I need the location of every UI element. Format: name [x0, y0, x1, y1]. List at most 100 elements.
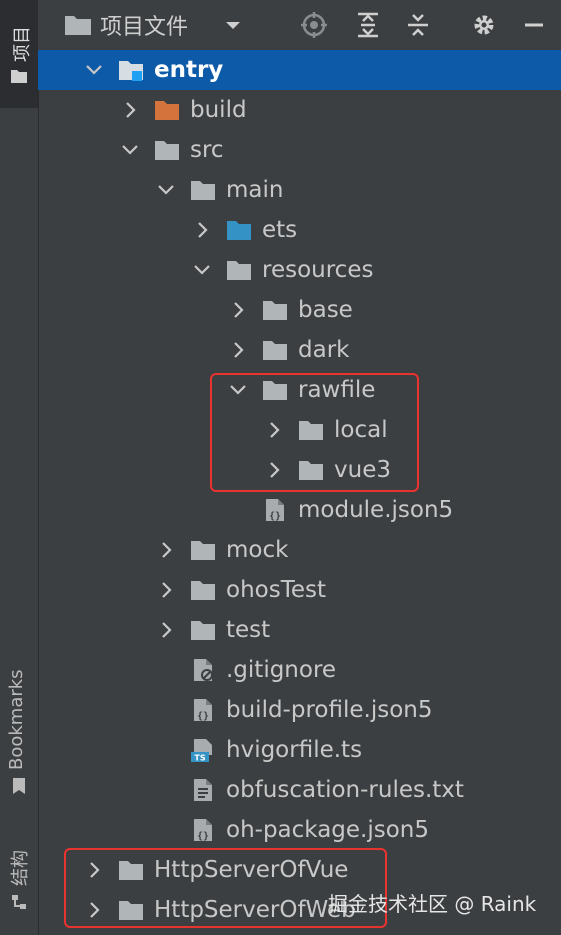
project-tab-label: 项目 [12, 26, 33, 62]
tree-item-label: HttpServerOfWeb [154, 897, 356, 923]
tree-item-label: rawfile [298, 377, 376, 403]
chevron-down-icon[interactable] [84, 60, 104, 80]
tree-item-label: HttpServerOfVue [154, 857, 349, 883]
folder-icon [191, 541, 215, 560]
tree-item-label: local [334, 417, 388, 443]
minimize-icon[interactable] [520, 11, 548, 39]
chevron-right-icon[interactable] [156, 580, 176, 600]
structure-icon [12, 895, 26, 909]
chevron-right-icon[interactable] [228, 300, 248, 320]
tree-item-label: main [226, 177, 284, 203]
chevron-right-icon[interactable] [264, 460, 284, 480]
gear-icon[interactable] [470, 11, 498, 39]
tree-item-label: src [190, 137, 224, 163]
tree-item[interactable]: .gitignore [38, 650, 561, 690]
json-file-icon: {} [266, 499, 284, 522]
structure-tab-label: 结构 [10, 850, 31, 886]
folder-icon [155, 141, 179, 160]
folder-icon [227, 261, 251, 280]
panel-title: 项目文件 [100, 15, 189, 40]
tree-item-label: module.json5 [298, 497, 454, 523]
tree-item-label: entry [154, 57, 224, 83]
tree-item-label: ets [262, 217, 298, 243]
bookmarks-tab-label: Bookmarks [6, 669, 27, 770]
chevron-right-icon[interactable] [228, 340, 248, 360]
folder-icon [119, 861, 143, 880]
tree-item-label: obfuscation-rules.txt [226, 777, 464, 803]
tree-item[interactable]: {} module.json5 [38, 490, 561, 530]
tree-item[interactable]: main [38, 170, 561, 210]
tree-item-label: hvigorfile.ts [226, 737, 363, 763]
chevron-right-icon[interactable] [84, 860, 104, 880]
chevron-right-icon[interactable] [120, 100, 140, 120]
folder-icon [263, 301, 287, 320]
expand-all-icon[interactable] [354, 11, 382, 39]
tree-item-label: base [298, 297, 353, 323]
svg-text:{}: {} [197, 711, 209, 722]
chevron-down-icon[interactable] [120, 140, 140, 160]
folder-icon [65, 16, 91, 35]
tree-item[interactable]: dark [38, 330, 561, 370]
tree-item[interactable]: build [38, 90, 561, 130]
chevron-down-icon[interactable] [228, 380, 248, 400]
tree-item[interactable]: ohosTest [38, 570, 561, 610]
watermark-text: 掘金技术社区 @ Raink [328, 892, 537, 916]
tree-item[interactable]: mock [38, 530, 561, 570]
tree-item-label: .gitignore [226, 657, 337, 683]
chevron-right-icon[interactable] [156, 540, 176, 560]
folder-icon [263, 341, 287, 360]
tree-item[interactable]: entry [38, 50, 561, 90]
tree-item-label: ohosTest [226, 577, 326, 603]
folder-icon [263, 381, 287, 400]
tree-item[interactable]: local [38, 410, 561, 450]
tree-item[interactable]: {} oh-package.json5 [38, 810, 561, 850]
tool-window-strip: 项目 Bookmarks 结构 [0, 0, 39, 935]
svg-text:{}: {} [269, 511, 281, 522]
project-tool-tab[interactable]: 项目 [0, 0, 38, 108]
text-file-icon [194, 779, 212, 801]
chevron-right-icon[interactable] [264, 420, 284, 440]
tree-item[interactable]: rawfile [38, 370, 561, 410]
chevron-right-icon[interactable] [192, 220, 212, 240]
chevron-right-icon[interactable] [156, 620, 176, 640]
chevron-down-icon[interactable] [192, 260, 212, 280]
tree-item-label: vue3 [334, 457, 391, 483]
collapse-all-icon[interactable] [404, 11, 432, 39]
view-selector[interactable]: 项目文件 [64, 10, 244, 40]
tree-item[interactable]: ets [38, 210, 561, 250]
tree-item-label: oh-package.json5 [226, 817, 430, 843]
tree-item[interactable]: vue3 [38, 450, 561, 490]
module-folder-icon [119, 61, 143, 81]
tree-item-label: test [226, 617, 271, 643]
tree-item-label: mock [226, 537, 289, 563]
folder-icon [299, 461, 323, 480]
json-file-icon: {} [194, 819, 212, 842]
excluded-folder-icon [155, 101, 179, 120]
tree-item-label: dark [298, 337, 350, 363]
folder-icon [191, 621, 215, 640]
folder-icon [299, 421, 323, 440]
locate-target-icon[interactable] [300, 11, 328, 39]
project-panel-header: 项目文件 [38, 0, 561, 51]
source-folder-icon [227, 221, 251, 240]
tree-item[interactable]: test [38, 610, 561, 650]
tree-item[interactable]: base [38, 290, 561, 330]
project-folder-icon [11, 70, 27, 83]
folder-icon [119, 901, 143, 920]
tree-item-label: resources [262, 257, 374, 283]
bookmark-icon [13, 778, 25, 794]
chevron-down-icon [226, 22, 241, 29]
tree-item[interactable]: obfuscation-rules.txt [38, 770, 561, 810]
chevron-right-icon[interactable] [84, 900, 104, 920]
tree-item[interactable]: HttpServerOfVue [38, 850, 561, 890]
json-file-icon: {} [194, 699, 212, 722]
tree-item[interactable]: src [38, 130, 561, 170]
chevron-down-icon[interactable] [156, 180, 176, 200]
svg-text:{}: {} [197, 831, 209, 842]
tree-item[interactable]: resources [38, 250, 561, 290]
tree-item[interactable]: {} build-profile.json5 [38, 690, 561, 730]
ts-file-icon: TS [191, 739, 212, 763]
svg-text:TS: TS [194, 754, 205, 763]
tree-item[interactable]: TS hvigorfile.ts [38, 730, 561, 770]
ignore-file-icon [194, 659, 213, 681]
